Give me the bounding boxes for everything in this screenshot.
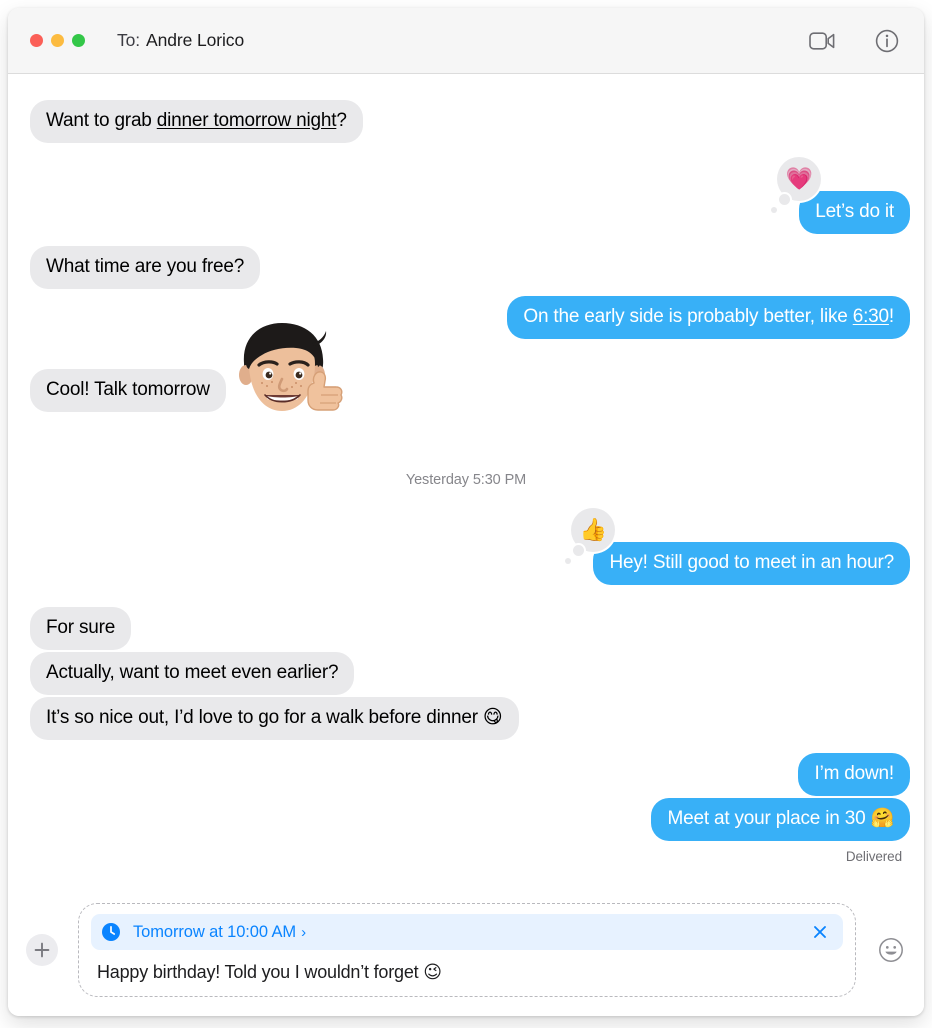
message-text: Meet at your place in 30 🤗 <box>667 808 894 829</box>
chevron-right-icon: › <box>301 923 306 941</box>
recipient-field[interactable]: To: Andre Lorico <box>117 30 244 51</box>
send-later-time: Tomorrow at 10:00 AM <box>133 922 297 941</box>
message-row-outgoing: Meet at your place in 30 🤗 <box>651 798 920 841</box>
message-row-outgoing: On the early side is probably better, li… <box>507 296 920 339</box>
message-bubble-incoming[interactable]: For sure <box>30 607 132 650</box>
message-transcript[interactable]: Want to grab dinner tomorrow night? 💗 Le… <box>8 74 924 898</box>
message-row-incoming: For sure <box>30 607 132 650</box>
smiley-face-icon[interactable] <box>876 935 906 965</box>
timestamp-divider: Yesterday 5:30 PM <box>405 472 527 488</box>
message-text-link[interactable]: 6:30 <box>853 306 889 327</box>
message-text: What time are you free? <box>46 256 245 277</box>
traffic-light-buttons <box>30 34 85 47</box>
message-text-part: On the early side is probably better, li… <box>523 306 853 327</box>
message-text-link[interactable]: dinner tomorrow night <box>157 110 337 131</box>
tapback-emoji: 💗 <box>785 166 813 191</box>
thumbs-up-tapback[interactable]: 👍 <box>565 508 616 564</box>
tapback-emoji: 👍 <box>579 517 608 542</box>
message-bubble-incoming[interactable]: Want to grab dinner tomorrow night? <box>20 100 363 143</box>
tapback-dot <box>565 558 572 564</box>
message-row-outgoing: 👍 Hey! Still good to meet in an hour? <box>565 508 920 585</box>
heart-tapback[interactable]: 💗 <box>771 157 822 213</box>
message-text-part: ! <box>888 306 894 327</box>
recipient-name: Andre Lorico <box>146 30 245 50</box>
message-row-outgoing: I’m down! <box>798 753 910 796</box>
message-row-outgoing: 💗 Let’s do it <box>771 157 920 234</box>
tapback-dot <box>771 207 778 213</box>
close-x-icon[interactable] <box>809 921 831 943</box>
message-text-part: ? <box>336 110 347 131</box>
zoom-window-button[interactable] <box>72 34 85 47</box>
send-later-label[interactable]: Tomorrow at 10:00 AM › <box>133 923 306 942</box>
message-bubble-incoming[interactable]: What time are you free? <box>19 246 261 289</box>
message-bubble-incoming[interactable]: Cool! Talk tomorrow <box>20 369 226 412</box>
message-text: For sure <box>46 617 116 638</box>
message-text: Cool! Talk tomorrow <box>46 379 210 400</box>
message-text: Let’s do it <box>815 201 894 222</box>
video-camera-icon[interactable] <box>807 26 837 56</box>
composer-bar: Tomorrow at 10:00 AM › Happy birthday! T… <box>8 898 924 1016</box>
clock-icon <box>101 922 121 942</box>
message-bubble-outgoing[interactable]: Meet at your place in 30 🤗 <box>651 798 920 841</box>
minimize-window-button[interactable] <box>51 34 64 47</box>
message-input-text[interactable]: Happy birthday! Told you I wouldn’t forg… <box>91 956 843 986</box>
memoji-thumbs-up-sticker[interactable] <box>226 319 344 427</box>
window-titlebar: To: Andre Lorico <box>8 8 924 74</box>
message-text: Actually, want to meet even earlier? <box>46 662 339 683</box>
message-bubble-outgoing[interactable]: I’m down! <box>798 753 910 796</box>
titlebar-actions <box>807 26 902 56</box>
message-text: I’m down! <box>814 763 894 784</box>
info-circle-icon[interactable] <box>872 26 902 56</box>
plus-icon[interactable] <box>26 934 58 966</box>
message-row-incoming: What time are you free? <box>19 246 261 289</box>
message-compose-field[interactable]: Tomorrow at 10:00 AM › Happy birthday! T… <box>78 903 856 997</box>
message-bubble-incoming[interactable]: It’s so nice out, I’d love to go for a w… <box>20 697 519 740</box>
to-label: To: <box>117 30 141 50</box>
messages-window: To: Andre Lorico Want to grab dinner tom… <box>8 8 924 1016</box>
message-bubble-outgoing[interactable]: 💗 Let’s do it <box>771 157 920 234</box>
message-row-incoming: Actually, want to meet even earlier? <box>30 652 355 695</box>
message-bubble-incoming[interactable]: Actually, want to meet even earlier? <box>30 652 355 695</box>
close-window-button[interactable] <box>30 34 43 47</box>
message-bubble-outgoing[interactable]: 👍 Hey! Still good to meet in an hour? <box>565 508 920 585</box>
message-bubble-outgoing[interactable]: On the early side is probably better, li… <box>507 296 920 339</box>
send-later-chip[interactable]: Tomorrow at 10:00 AM › <box>91 914 843 950</box>
message-text: It’s so nice out, I’d love to go for a w… <box>46 707 503 728</box>
delivery-status: Delivered <box>845 849 902 864</box>
message-text-part: Want to grab <box>46 110 157 131</box>
message-row-incoming: Cool! Talk tomorrow <box>20 323 343 412</box>
message-row-incoming: It’s so nice out, I’d love to go for a w… <box>20 697 519 740</box>
message-row-incoming: Want to grab dinner tomorrow night? <box>20 100 363 143</box>
message-text: Hey! Still good to meet in an hour? <box>609 552 894 573</box>
